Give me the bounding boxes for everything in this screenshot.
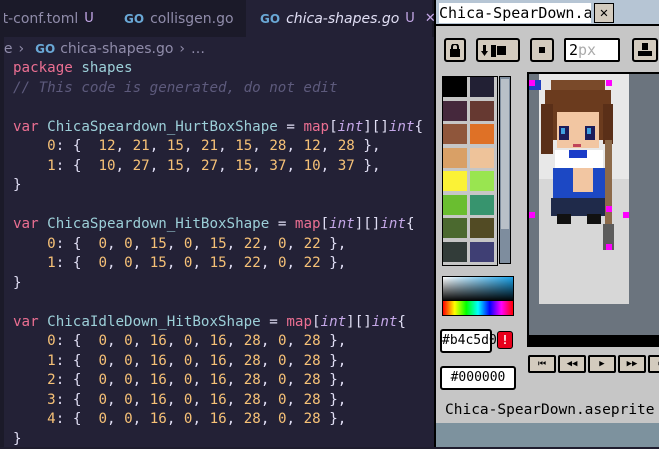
background-color-field[interactable]: #000000 xyxy=(440,366,516,390)
close-window-button[interactable]: ✕ xyxy=(594,3,614,23)
palette-swatch[interactable] xyxy=(443,124,467,144)
code-area[interactable]: package shapes// This code is generated,… xyxy=(13,59,423,449)
palette-swatch[interactable] xyxy=(443,171,467,191)
status-bar: Chica-SpearDown.aseprite xyxy=(436,397,659,423)
code-line: 1: { 10, 27, 15, 27, 15, 37, 10, 37 }, xyxy=(13,157,423,177)
go-file-icon: GO xyxy=(260,12,280,26)
timeline-controls: ⏮◀◀▶▶▶⏭ xyxy=(522,347,659,397)
palette-swatch[interactable] xyxy=(443,195,467,215)
timeline-button[interactable]: ◀◀ xyxy=(558,355,586,373)
brush-size-field[interactable]: 2px xyxy=(564,38,620,62)
canvas-frame xyxy=(527,72,659,347)
pixel-perfect-icon[interactable] xyxy=(476,38,520,62)
chevron-right-icon: › xyxy=(179,41,185,57)
palette-swatch[interactable] xyxy=(443,101,467,121)
aseprite-toolbar: 2px xyxy=(436,26,659,70)
window-bottom xyxy=(436,423,659,447)
color-palette[interactable] xyxy=(442,76,498,266)
palette-swatch[interactable] xyxy=(443,148,467,168)
code-line: 4: { 0, 0, 16, 0, 16, 28, 0, 28 }, xyxy=(13,410,423,430)
editor-left-edge xyxy=(0,0,4,447)
go-file-icon: GO xyxy=(124,12,144,26)
aseprite-window: Chica-SpearDown.aseprite ✕ 2px #b4c5d0 !… xyxy=(434,0,659,447)
code-line: // This code is generated, do not edit xyxy=(13,79,423,99)
palette-swatch[interactable] xyxy=(470,242,494,262)
scrollbar-thumb[interactable] xyxy=(501,79,509,229)
brush-size-value: 2 xyxy=(569,41,578,59)
palette-swatch[interactable] xyxy=(470,218,494,238)
untracked-badge: U xyxy=(405,11,415,26)
brush-size-unit: px xyxy=(578,41,596,59)
palette-swatch[interactable] xyxy=(470,148,494,168)
code-line: 2: { 0, 0, 16, 0, 16, 28, 0, 28 }, xyxy=(13,371,423,391)
palette-swatch[interactable] xyxy=(470,101,494,121)
palette-swatch[interactable] xyxy=(443,242,467,262)
timeline-button[interactable]: ⏮ xyxy=(528,355,556,373)
palette-swatch[interactable] xyxy=(443,77,467,97)
sprite-canvas[interactable] xyxy=(529,74,659,335)
palette-swatch[interactable] xyxy=(470,77,494,97)
tab-label: collisgen.go xyxy=(150,11,234,27)
code-line: } xyxy=(13,176,423,196)
window-title: Chica-SpearDown.aseprite xyxy=(439,3,591,23)
untracked-badge: U xyxy=(84,11,94,26)
tab-et-conf-toml[interactable]: et-conf.toml U xyxy=(0,0,104,37)
code-line xyxy=(13,98,423,118)
saturation-value-picker[interactable] xyxy=(442,276,514,302)
timeline-button[interactable]: ▶▶ xyxy=(618,355,646,373)
lock-icon[interactable] xyxy=(444,38,466,62)
foreground-color-field[interactable]: #b4c5d0 xyxy=(440,329,492,353)
palette-swatch[interactable] xyxy=(443,218,467,238)
color-panel: #b4c5d0 ! #000000 xyxy=(436,70,522,447)
breadcrumb-more[interactable]: … xyxy=(191,41,205,57)
sprite-character xyxy=(529,74,659,335)
chevron-right-icon: › xyxy=(19,41,25,57)
code-line: 1: { 0, 0, 16, 0, 16, 28, 0, 28 }, xyxy=(13,352,423,372)
timeline-button[interactable]: ⏭ xyxy=(648,355,659,373)
palette-scrollbar[interactable] xyxy=(499,76,511,264)
tab-chica-shapes-go[interactable]: GO chica-shapes.go U ✕ xyxy=(246,0,432,37)
code-line: 0: { 12, 21, 15, 21, 15, 28, 12, 28 }, xyxy=(13,137,423,157)
code-line: var ChicaSpeardown_HitBoxShape = map[int… xyxy=(13,215,423,235)
warning-icon[interactable]: ! xyxy=(497,331,513,349)
code-line: 0: { 0, 0, 15, 0, 15, 22, 0, 22 }, xyxy=(13,235,423,255)
timeline-button[interactable]: ▶ xyxy=(588,355,616,373)
breadcrumb-file[interactable]: chica-shapes.go xyxy=(60,41,173,57)
tab-label: et-conf.toml xyxy=(0,11,78,27)
code-line: 3: { 0, 0, 16, 0, 16, 28, 0, 28 }, xyxy=(13,391,423,411)
go-file-icon: GO xyxy=(35,42,55,56)
code-line: var ChicaIdleDown_HitBoxShape = map[int]… xyxy=(13,313,423,333)
palette-swatch[interactable] xyxy=(470,195,494,215)
canvas-area xyxy=(522,70,659,347)
tab-collisgen-go[interactable]: GO collisgen.go xyxy=(108,0,264,37)
code-line: package shapes xyxy=(13,59,423,79)
tab-label: chica-shapes.go xyxy=(286,11,399,27)
code-line xyxy=(13,196,423,216)
palette-swatch[interactable] xyxy=(470,171,494,191)
hue-slider[interactable] xyxy=(442,300,514,316)
palette-swatch[interactable] xyxy=(470,124,494,144)
aseprite-title-bar[interactable]: Chica-SpearDown.aseprite ✕ xyxy=(436,0,659,26)
code-line: } xyxy=(13,430,423,449)
code-line: } xyxy=(13,274,423,294)
code-line: 0: { 0, 0, 16, 0, 16, 28, 0, 28 }, xyxy=(13,332,423,352)
code-line: 1: { 0, 0, 15, 0, 15, 22, 0, 22 }, xyxy=(13,254,423,274)
code-line xyxy=(13,293,423,313)
ink-icon[interactable] xyxy=(632,38,658,62)
code-line: var ChicaSpeardown_HurtBoxShape = map[in… xyxy=(13,118,423,138)
breadcrumb: le › GO chica-shapes.go › … xyxy=(0,39,205,59)
brush-shape-icon[interactable] xyxy=(530,38,554,62)
